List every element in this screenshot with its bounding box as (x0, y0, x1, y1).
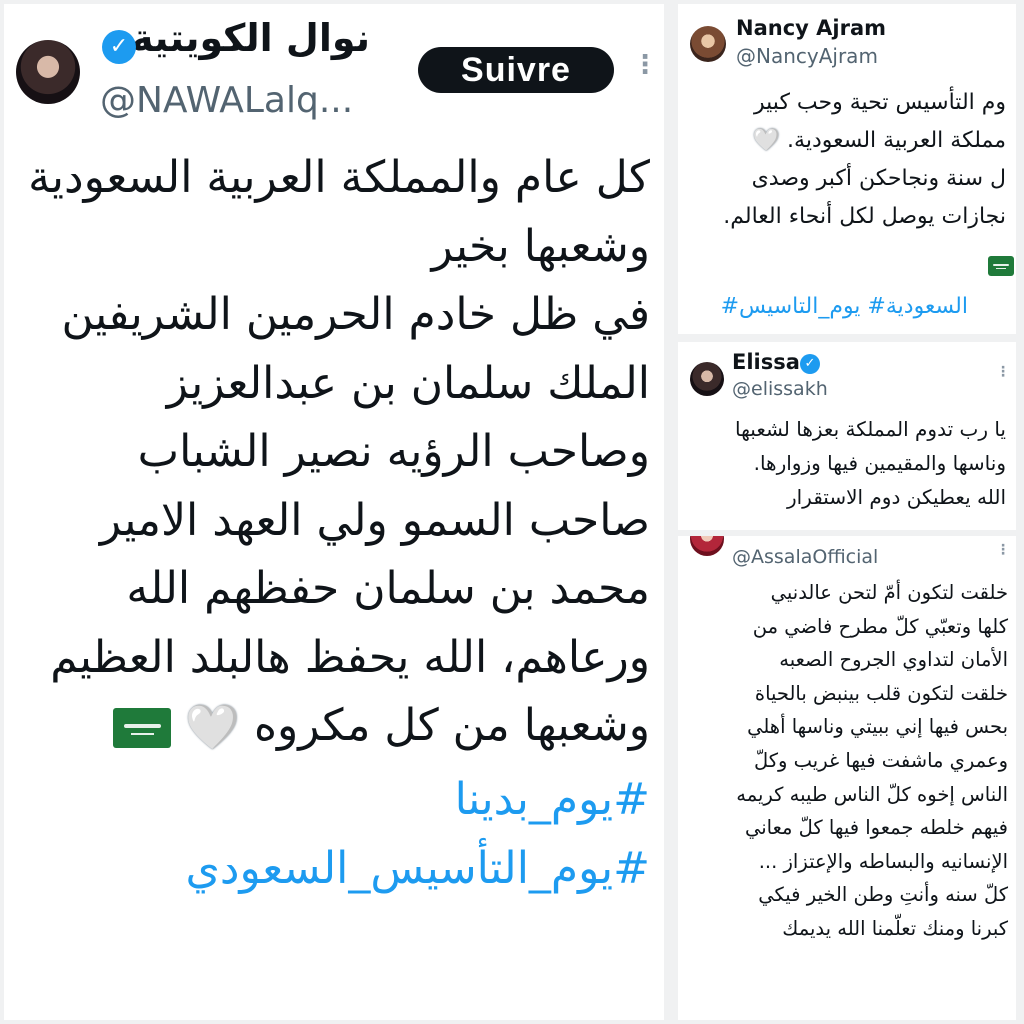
saudi-flag-icon (988, 256, 1014, 276)
author-handle[interactable]: @AssalaOfficial (732, 546, 878, 568)
tweet-line: الناس إخوه كلّ الناس طيبه كريمه (736, 782, 1008, 806)
avatar[interactable] (16, 40, 80, 104)
avatar[interactable] (690, 536, 724, 556)
tweet-line: وشعبها من كل مكروه (253, 700, 650, 751)
tweet-line: مملكة العربية السعودية. (787, 128, 1006, 153)
hashtag-link[interactable]: #يوم_التأسيس_السعودي (10, 835, 650, 904)
tweet-card-nancy: Nancy Ajram @NancyAjram وم التأسيس تحية … (678, 4, 1016, 334)
tweet-line: وشعبها بخير (431, 220, 651, 272)
tweet-line: خلقت لتكون قلب بينبض بالحياة (754, 681, 1008, 705)
hashtag-link[interactable]: السعودية# يوم_التاسيس# (721, 294, 968, 319)
tweet-line: ل سنة ونجاحكن أكبر وصدى (751, 166, 1006, 191)
tweet-text: يا رب تدوم المملكة بعزها لشعبها وناسها و… (678, 412, 1006, 514)
saudi-flag-icon (113, 708, 172, 748)
tweet-line: ورعاهم، الله يحفظ هالبلد العظيم (50, 631, 650, 683)
tweet-card-elissa: Elissa ✓ @elissakh ⋮ يا رب تدوم المملكة … (678, 342, 1016, 530)
avatar[interactable] (690, 362, 724, 396)
author-name[interactable]: Nancy Ajram (736, 16, 886, 40)
tweet-line: الأمان لتداوي الجروح الصعبه (779, 648, 1008, 672)
author-handle[interactable]: @NAWALalq... (100, 80, 353, 121)
tweet-line: بحس فيها إني ببيتي وناسها أهلي (747, 715, 1008, 739)
tweet-card-nawal: نوال الكويتية ✓ @NAWALalq... Suivre ⋮ كل… (4, 4, 664, 1020)
author-name[interactable]: Elissa (732, 350, 800, 374)
tweet-line: كلّ سنه وأنتِ وطن الخير فيكي (758, 883, 1008, 907)
more-options-icon[interactable]: ⋮ (996, 364, 1010, 380)
author-handle[interactable]: @elissakh (732, 378, 828, 400)
tweet-line: يا رب تدوم المملكة بعزها لشعبها (734, 417, 1006, 441)
tweet-line: صاحب السمو ولي العهد الامير (99, 494, 650, 546)
tweet-line: كلها وتعبّي كلّ مطرح فاضي من (752, 614, 1008, 638)
white-heart-icon: 🤍 (752, 128, 781, 153)
tweet-line: الإنسانيه والبساطه والإعتزاز ... (758, 849, 1008, 873)
tweet-line: وصاحب الرؤيه نصير الشباب (137, 426, 650, 477)
tweet-line-with-emoji: مملكة العربية السعودية. 🤍 (678, 122, 1006, 160)
hashtag-link[interactable]: #يوم_بدينا (10, 766, 650, 835)
tweet-line: محمد بن سلمان حفظهم الله (126, 563, 650, 614)
tweet-line-with-emoji: وشعبها من كل مكروه 🤍 (10, 692, 650, 762)
tweet-line: الله يعطيكن دوم الاستقرار (786, 485, 1006, 509)
tweet-line: كبرنا ومنك تعلّمنا الله يديمك (782, 916, 1008, 940)
tweet-line: خلقت لتكون أمّ لتحن عالدنيي (770, 581, 1008, 604)
verified-badge-icon: ✓ (102, 30, 136, 64)
tweet-line: كل عام والمملكة العربية السعودية (28, 152, 650, 203)
more-options-icon[interactable]: ⋮ (632, 50, 658, 80)
tweet-text: وم التأسيس تحية وحب كبير مملكة العربية ا… (678, 84, 1006, 236)
tweet-line: وناسها والمقيمين فيها وزوارها. (753, 451, 1006, 475)
follow-button[interactable]: Suivre (418, 47, 614, 93)
tweet-line: في ظل خادم الحرمين الشريفين (61, 289, 650, 340)
more-options-icon[interactable]: ⋮ (996, 542, 1010, 558)
author-handle[interactable]: @NancyAjram (736, 44, 878, 68)
white-heart-icon: 🤍 (185, 701, 240, 753)
avatar[interactable] (690, 26, 726, 62)
tweet-text: كل عام والمملكة العربية السعودية وشعبها … (10, 144, 650, 903)
tweet-line: نجازات يوصل لكل أنحاء العالم. (723, 204, 1006, 229)
tweet-line: وم التأسيس تحية وحب كبير (754, 90, 1006, 115)
tweet-line: الملك سلمان بن عبدالعزيز (166, 357, 650, 409)
tweet-line: وعمري ماشفت فيها غريب وكلّ (753, 748, 1008, 772)
tweet-text: خلقت لتكون أمّ لتحن عالدنيي كلها وتعبّي … (678, 576, 1008, 946)
tweet-card-assala: @AssalaOfficial ⋮ خلقت لتكون أمّ لتحن عا… (678, 536, 1016, 1020)
verified-badge-icon: ✓ (800, 354, 820, 374)
tweet-line: فيهم خلطه جمعوا فيها كلّ معاني (744, 816, 1008, 840)
author-name[interactable]: نوال الكويتية (131, 16, 370, 60)
